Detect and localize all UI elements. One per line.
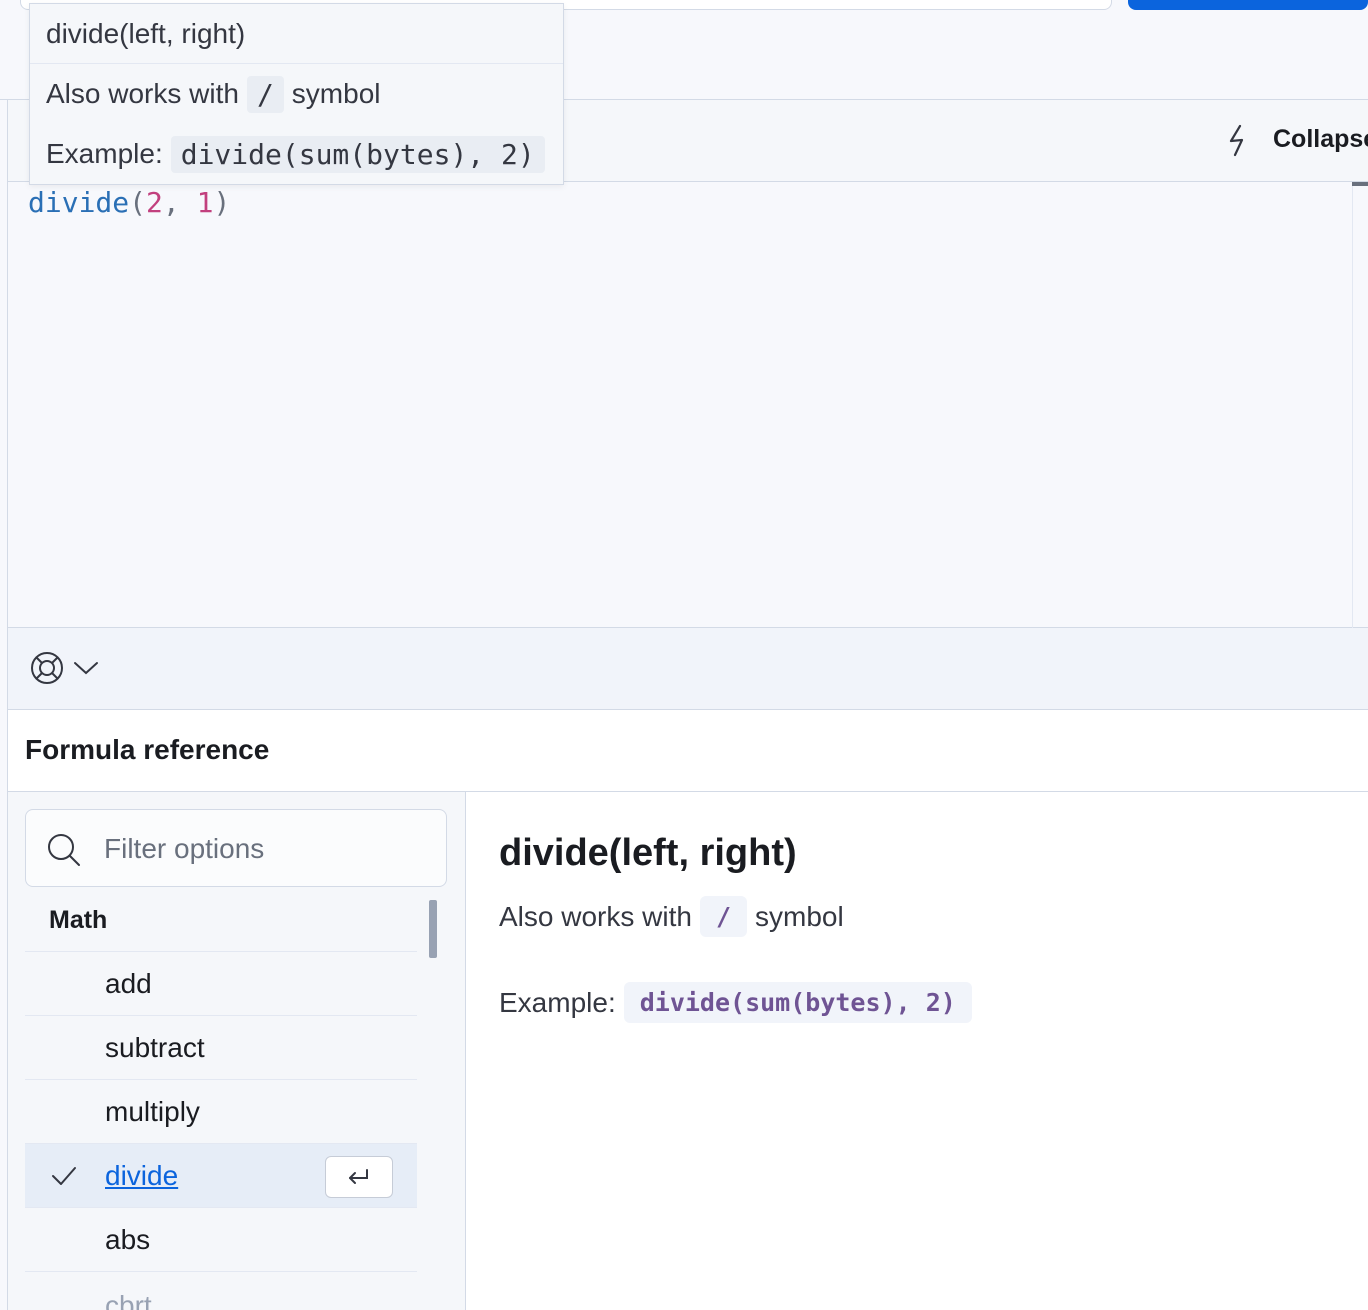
enter-key-icon [325,1156,393,1198]
doc-title: divide(left, right) [499,832,797,874]
list-item-divide[interactable]: divide [25,1144,417,1208]
tooltip-example-label: Example: [46,138,163,169]
formula-reference-sidebar: Math add subtract multiply divide abs [7,792,466,1310]
tooltip-signature: divide(left, right) [30,4,563,64]
tooltip-example-line: Example: divide(sum(bytes), 2) [30,124,563,184]
formula-reference-content: divide(left, right) Also works with / sy… [466,792,1368,1310]
tooltip-also-suffix: symbol [291,78,381,109]
function-list: Math add subtract multiply divide abs cb… [25,900,417,1310]
list-item-label[interactable]: divide [105,1160,178,1192]
doc-also-prefix: Also works with [499,900,692,932]
list-item-subtract[interactable]: subtract [25,1016,417,1080]
list-item-label: abs [105,1224,151,1255]
lifebuoy-icon [31,652,63,684]
list-item-multiply[interactable]: multiply [25,1080,417,1144]
doc-also-suffix: symbol [755,900,844,932]
signature-tooltip: divide(left, right) Also works with / sy… [29,3,564,185]
tooltip-also-prefix: Also works with [46,78,239,109]
editor-scrollbar[interactable] [1352,182,1368,628]
code-comma: , [162,186,197,219]
editor-scrollbar-thumb[interactable] [1352,182,1368,186]
filter-field[interactable] [25,809,447,887]
code-function-token: divide [28,186,130,219]
doc-example-code: divide(sum(bytes), 2) [623,982,972,1023]
search-icon [48,834,80,866]
list-item-abs[interactable]: abs [25,1208,417,1272]
group-title-math: Math [25,900,417,952]
doc-also-works-line: Also works with / symbol [499,896,844,937]
chevron-down-icon [74,662,98,675]
apply-button[interactable] [1128,0,1368,10]
formula-reference-title: Formula reference [25,734,270,765]
help-menu-button[interactable] [30,648,112,688]
tooltip-symbol-code: / [246,75,284,113]
list-item-label: multiply [105,1096,200,1127]
list-item-add[interactable]: add [25,952,417,1016]
list-scrollbar-thumb[interactable] [429,900,437,958]
bolt-icon[interactable] [1223,122,1253,158]
list-item-label: cbrt [105,1290,152,1310]
code-line: divide(2, 1) [28,186,230,219]
editor-footer [7,628,1368,710]
code-number-token: 2 [146,186,163,219]
code-paren-close: ) [213,186,231,219]
collapse-button[interactable]: Collapse [1273,125,1368,154]
formula-reference-header: Formula reference [7,710,1368,792]
list-item-label: add [105,968,152,999]
doc-example-label: Example: [499,986,616,1018]
list-item-cbrt[interactable]: cbrt [25,1272,417,1310]
tooltip-example-code: divide(sum(bytes), 2) [170,135,545,173]
formula-editor[interactable]: divide(2, 1) [7,182,1368,628]
doc-example-line: Example: divide(sum(bytes), 2) [499,982,980,1023]
tooltip-also-works-line: Also works with / symbol [30,64,563,124]
code-number-token: 1 [196,186,214,219]
check-icon [52,1167,76,1185]
code-paren-open: ( [129,186,147,219]
doc-symbol-code: / [699,896,747,937]
list-item-label: subtract [105,1032,205,1063]
filter-input[interactable] [104,822,434,876]
